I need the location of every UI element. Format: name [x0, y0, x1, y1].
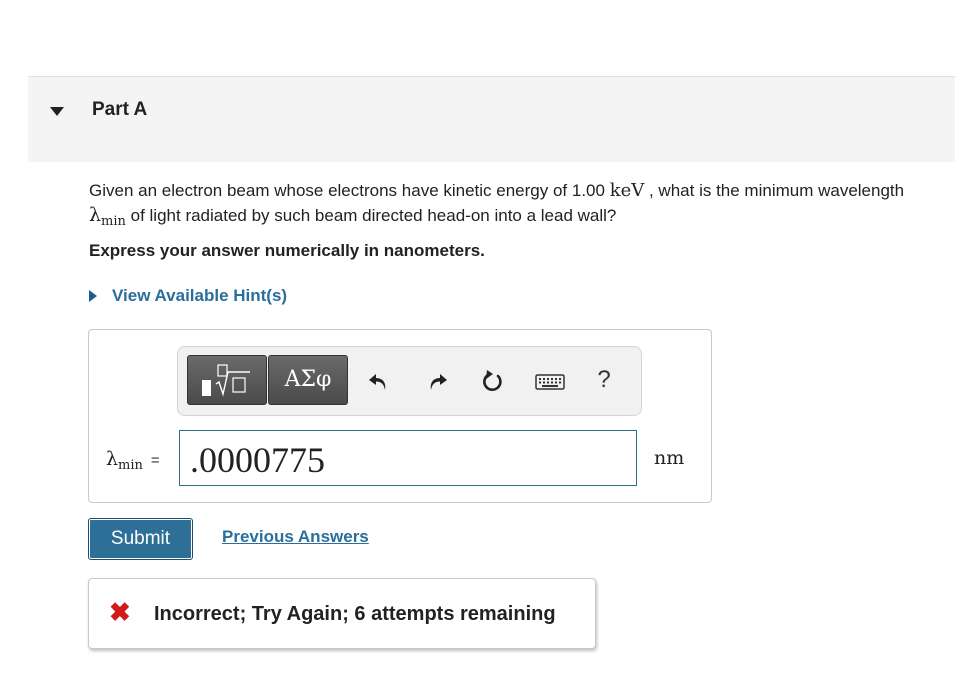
redo-icon: [430, 374, 447, 390]
energy-unit: keV: [609, 180, 645, 201]
keyboard-button[interactable]: [532, 367, 568, 397]
answer-box: ΑΣφ ? λmin = .0000775 nm: [88, 329, 712, 503]
answer-lambda-subscript: min: [118, 458, 143, 473]
answer-variable-label: λmin =: [106, 448, 160, 473]
undo-button[interactable]: [364, 367, 394, 397]
submit-button[interactable]: Submit: [88, 518, 193, 560]
greek-letters-icon: ΑΣφ: [284, 367, 332, 392]
reset-button[interactable]: [478, 367, 508, 397]
keyboard-icon: [535, 374, 565, 390]
feedback-panel: ✖ Incorrect; Try Again; 6 attempts remai…: [88, 578, 596, 649]
question-text: Given an electron beam whose electrons h…: [89, 178, 939, 234]
math-toolbar: ΑΣφ ?: [177, 346, 642, 416]
x-icon: ✖: [109, 597, 131, 627]
help-icon: ?: [597, 366, 611, 393]
caret-right-icon: [89, 290, 97, 302]
answer-input-value[interactable]: .0000775: [190, 439, 325, 481]
answer-lambda-symbol: λ: [106, 448, 119, 470]
lambda-symbol: λ: [89, 204, 102, 226]
collapse-toggle-icon[interactable]: [50, 107, 64, 116]
answer-unit: nm: [654, 447, 685, 469]
redo-button[interactable]: [422, 367, 452, 397]
part-header[interactable]: Part A: [28, 76, 955, 162]
question-text-part2: , what is the minimum wavelength: [644, 181, 905, 200]
view-hints-toggle[interactable]: View Available Hint(s): [89, 286, 287, 306]
templates-button[interactable]: [187, 355, 267, 405]
reset-icon: [483, 370, 502, 391]
answer-input[interactable]: .0000775: [179, 430, 637, 486]
answer-instruction: Express your answer numerically in nanom…: [89, 241, 485, 260]
question-text-part3: of light radiated by such beam directed …: [125, 206, 617, 225]
greek-letters-button[interactable]: ΑΣφ: [268, 355, 348, 405]
undo-icon: [369, 374, 386, 390]
question-text-part1: Given an electron beam whose electrons h…: [89, 181, 610, 200]
lambda-subscript: min: [101, 214, 126, 229]
help-button[interactable]: ?: [589, 365, 619, 395]
previous-answers-link[interactable]: Previous Answers: [222, 527, 369, 547]
equals-sign: =: [150, 452, 160, 469]
feedback-message: Incorrect; Try Again; 6 attempts remaini…: [154, 603, 556, 625]
part-title: Part A: [92, 99, 148, 120]
templates-icon: [202, 364, 250, 397]
view-hints-link[interactable]: View Available Hint(s): [112, 286, 287, 306]
